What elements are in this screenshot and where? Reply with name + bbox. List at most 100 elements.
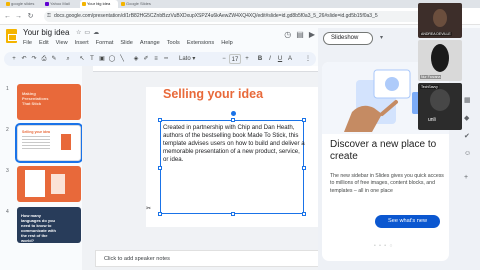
text-color-icon[interactable]: A <box>286 54 294 64</box>
back-icon[interactable]: ← <box>3 12 12 21</box>
line-icon[interactable]: ╲ <box>118 54 126 64</box>
menu-extensions[interactable]: Extensions <box>187 40 214 46</box>
comment-icon[interactable]: ▤ <box>296 30 309 39</box>
menu-file[interactable]: File <box>23 40 32 46</box>
participant-label: Nur Farzana <box>420 75 442 79</box>
image-icon[interactable]: ▣ <box>98 54 106 64</box>
browser-tab[interactable]: google slides <box>4 0 42 8</box>
add-icon[interactable]: + <box>10 54 18 64</box>
font-size-decrease-icon[interactable]: − <box>220 54 228 64</box>
browser-tab[interactable]: Yahoo Mail <box>43 0 79 8</box>
slide-number: 2 <box>6 127 9 133</box>
slides-icon <box>6 2 10 6</box>
resize-handle[interactable] <box>302 166 306 170</box>
title-icons: ☆▭☁ <box>76 29 102 36</box>
tasks-icon[interactable]: ✔ <box>464 132 470 140</box>
textbox-icon[interactable]: T <box>88 54 96 64</box>
slide-thumbnail[interactable]: How many languages do you need to know t… <box>17 207 81 243</box>
font-size-field[interactable]: 17 <box>229 54 241 64</box>
menu-bar: File Edit View Insert Format Slide Arran… <box>23 40 240 46</box>
bold-icon[interactable]: B <box>256 54 264 64</box>
document-title[interactable]: Your big idea <box>23 28 69 37</box>
redo-icon[interactable]: ↷ <box>30 54 38 64</box>
slides-icon <box>121 2 125 6</box>
slideshow-label: Slideshow <box>331 35 359 41</box>
address-bar-row: ← → ↻ ⚿ docs.google.com/presentation/d/1r… <box>0 8 480 25</box>
cloud-status-icon[interactable]: ☁ <box>93 30 102 36</box>
history-icon[interactable]: ◷ <box>284 30 296 39</box>
underline-icon[interactable]: U <box>276 54 284 64</box>
add-icon[interactable]: + <box>464 174 468 181</box>
resize-handle[interactable] <box>302 212 306 216</box>
slideshow-button[interactable]: Slideshow ▾ <box>323 32 383 45</box>
resize-handle[interactable] <box>302 118 306 122</box>
border-dash-icon[interactable]: ┅ <box>162 54 170 64</box>
resize-handle[interactable] <box>231 118 235 122</box>
browser-tab-active[interactable]: Your big idea <box>80 0 118 8</box>
reload-icon[interactable]: ↻ <box>26 12 35 21</box>
video-tile: unli TechSavvy <box>418 83 462 130</box>
participant-label: ANDREA DEVILLE <box>420 32 452 36</box>
rotate-handle[interactable] <box>231 111 236 116</box>
slide-title[interactable]: Selling your idea <box>163 87 263 101</box>
menu-insert[interactable]: Insert <box>75 40 89 46</box>
thumbnail-title: Making Presentations That Stick <box>22 91 49 106</box>
fill-color-icon[interactable]: ◈ <box>132 54 140 64</box>
see-whats-new-button[interactable]: See what's new <box>375 215 440 228</box>
slide-thumbnail[interactable]: Making Presentations That Stick <box>17 84 81 120</box>
menu-slide[interactable]: Slide <box>120 40 132 46</box>
more-options-icon[interactable]: ⋮ <box>304 54 312 64</box>
participant-image <box>430 89 450 111</box>
cursor-icon: ✂ <box>146 206 152 212</box>
keep-icon[interactable]: ◆ <box>464 114 469 122</box>
slide-body-textbox[interactable]: Created in partnership with Chip and Dan… <box>158 111 306 216</box>
font-family-select[interactable]: Lato ▾ <box>176 54 216 64</box>
speaker-notes[interactable]: Click to add speaker notes <box>95 250 320 267</box>
zoom-icon[interactable]: ⌕ <box>64 54 72 64</box>
resize-handle[interactable] <box>158 212 162 216</box>
font-family-label: Lato <box>179 56 191 62</box>
undo-icon[interactable]: ↶ <box>20 54 28 64</box>
slide-number: 4 <box>6 209 9 215</box>
formatting-toolbar: + ↶ ↷ ⎙ ✎ ⌕ ↖ T ▣ ◯ ╲ ◈ ✐ ≡ ┅ Lato ▾ − 1… <box>4 52 316 66</box>
current-slide[interactable]: Selling your idea Created in partnership… <box>146 87 320 227</box>
lock-icon: ⚿ <box>47 13 51 19</box>
slides-logo-icon[interactable] <box>6 29 17 43</box>
slide-number: 3 <box>6 168 9 174</box>
thumbnail-title: How many languages do you need to know t… <box>21 213 56 243</box>
print-icon[interactable]: ⎙ <box>40 54 48 64</box>
move-folder-icon[interactable]: ▭ <box>84 30 93 36</box>
menu-format[interactable]: Format <box>96 40 114 46</box>
card-description: The new sidebar in Slides gives you quic… <box>330 173 444 194</box>
calendar-icon[interactable]: ▦ <box>464 96 471 104</box>
forward-icon[interactable]: → <box>14 12 23 21</box>
paint-format-icon[interactable]: ✎ <box>50 54 58 64</box>
shape-icon[interactable]: ◯ <box>108 54 116 64</box>
menu-edit[interactable]: Edit <box>39 40 49 46</box>
menu-tools[interactable]: Tools <box>167 40 180 46</box>
font-size-increase-icon[interactable]: + <box>243 54 251 64</box>
menu-view[interactable]: View <box>56 40 68 46</box>
contacts-icon[interactable]: ☺ <box>464 150 471 157</box>
resize-handle[interactable] <box>231 212 235 216</box>
browser-tab-bar: google slides Yahoo Mail Your big idea G… <box>0 0 480 8</box>
menu-help[interactable]: Help <box>221 40 233 46</box>
select-icon[interactable]: ↖ <box>78 54 86 64</box>
border-color-icon[interactable]: ✐ <box>142 54 150 64</box>
menu-arrange[interactable]: Arrange <box>140 40 160 46</box>
chevron-down-icon[interactable]: ▾ <box>380 33 383 44</box>
slide-body-text[interactable]: Created in partnership with Chip and Dan… <box>163 124 305 164</box>
resize-handle[interactable] <box>158 118 162 122</box>
carousel-pager[interactable]: • • • ○ <box>374 243 393 249</box>
video-caption: unli <box>428 117 436 123</box>
thumbnail-text-lines <box>22 136 50 150</box>
slide-thumbnail-selected[interactable]: Selling your idea <box>15 123 83 163</box>
slide-thumbnail[interactable] <box>17 166 81 202</box>
url-field[interactable]: ⚿ docs.google.com/presentation/d/1rB82HG5… <box>44 11 426 22</box>
horizontal-ruler[interactable] <box>93 66 321 72</box>
resize-handle[interactable] <box>158 166 162 170</box>
browser-tab[interactable]: Google Slides <box>119 0 157 8</box>
filmstrip: 1 Making Presentations That Stick 2 Sell… <box>0 66 83 270</box>
italic-icon[interactable]: I <box>266 54 274 64</box>
border-weight-icon[interactable]: ≡ <box>152 54 160 64</box>
